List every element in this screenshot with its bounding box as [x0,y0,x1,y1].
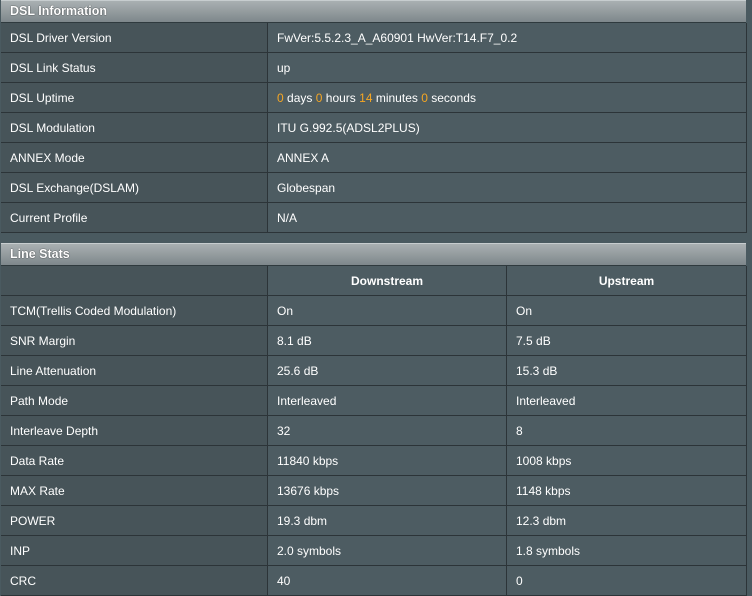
row-label: CRC [1,565,268,596]
row-value: N/A [267,202,747,233]
row-label: Data Rate [1,445,268,476]
table-row: DSL Exchange(DSLAM) Globespan [1,172,747,203]
downstream-value: 25.6 dB [267,355,507,386]
row-value: up [267,52,747,83]
uptime-days-unit: days [287,90,313,105]
table-row: DSL Link Status up [1,52,747,83]
row-label: DSL Exchange(DSLAM) [1,172,268,203]
row-label: TCM(Trellis Coded Modulation) [1,295,268,326]
table-header-row: Downstream Upstream [1,266,747,296]
uptime-seconds-unit: seconds [431,90,476,105]
downstream-value: 13676 kbps [267,475,507,506]
uptime-minutes: 14 [359,90,373,105]
table-row: Data Rate 11840 kbps 1008 kbps [1,445,747,476]
table-row: DSL Uptime 0 days 0 hours 14 minutes 0 s… [1,82,747,113]
table-row: CRC 40 0 [1,565,747,596]
row-label: DSL Modulation [1,112,268,143]
row-label: Path Mode [1,385,268,416]
row-value: FwVer:5.5.2.3_A_A60901 HwVer:T14.F7_0.2 [267,23,747,53]
uptime-seconds: 0 [421,90,428,105]
upstream-value: On [506,295,747,326]
row-label: POWER [1,505,268,536]
uptime-days: 0 [277,90,284,105]
row-label: Current Profile [1,202,268,233]
table-row: DSL Modulation ITU G.992.5(ADSL2PLUS) [1,112,747,143]
table-row: DSL Driver Version FwVer:5.5.2.3_A_A6090… [1,23,747,53]
upstream-value: 15.3 dB [506,355,747,386]
uptime-hours: 0 [315,90,323,105]
table-row: Current Profile N/A [1,202,747,233]
dsl-information-table: DSL Driver Version FwVer:5.5.2.3_A_A6090… [1,23,747,233]
downstream-value: 2.0 symbols [267,535,507,566]
upstream-value: 8 [506,415,747,446]
upstream-value: Interleaved [506,385,747,416]
header-blank-cell [1,266,268,296]
table-row: Path Mode Interleaved Interleaved [1,385,747,416]
row-label: Line Attenuation [1,355,268,386]
row-label: SNR Margin [1,325,268,356]
row-value: ANNEX A [267,142,747,173]
line-stats-header: Line Stats [1,243,746,266]
section-gap [0,233,752,243]
downstream-value: 8.1 dB [267,325,507,356]
row-label: DSL Uptime [1,82,268,113]
downstream-value: On [267,295,507,326]
upstream-value: 7.5 dB [506,325,747,356]
downstream-value: 19.3 dbm [267,505,507,536]
column-header-upstream: Upstream [506,266,747,296]
upstream-value: 1008 kbps [506,445,747,476]
upstream-value: 1148 kbps [506,475,747,506]
uptime-hours-unit: hours [325,90,356,105]
table-row: Line Attenuation 25.6 dB 15.3 dB [1,355,747,386]
downstream-value: 11840 kbps [267,445,507,476]
row-label: Interleave Depth [1,415,268,446]
table-row: MAX Rate 13676 kbps 1148 kbps [1,475,747,506]
row-label: INP [1,535,268,566]
row-label: DSL Link Status [1,52,268,83]
table-row: POWER 19.3 dbm 12.3 dbm [1,505,747,536]
uptime-value: 0 days 0 hours 14 minutes 0 seconds [267,82,747,113]
table-row: SNR Margin 8.1 dB 7.5 dB [1,325,747,356]
row-value: ITU G.992.5(ADSL2PLUS) [267,112,747,143]
row-value: Globespan [267,172,747,203]
uptime-minutes-unit: minutes [375,90,418,105]
upstream-value: 1.8 symbols [506,535,747,566]
upstream-value: 12.3 dbm [506,505,747,536]
downstream-value: 40 [267,565,507,596]
row-label: MAX Rate [1,475,268,506]
downstream-value: 32 [267,415,507,446]
line-stats-table: Downstream Upstream TCM(Trellis Coded Mo… [1,266,747,596]
row-label: ANNEX Mode [1,142,268,173]
table-row: ANNEX Mode ANNEX A [1,142,747,173]
upstream-value: 0 [506,565,747,596]
downstream-value: Interleaved [267,385,507,416]
dsl-information-header: DSL Information [1,0,746,23]
table-row: Interleave Depth 32 8 [1,415,747,446]
row-label: DSL Driver Version [1,23,268,53]
table-row: INP 2.0 symbols 1.8 symbols [1,535,747,566]
column-header-downstream: Downstream [267,266,507,296]
table-row: TCM(Trellis Coded Modulation) On On [1,295,747,326]
